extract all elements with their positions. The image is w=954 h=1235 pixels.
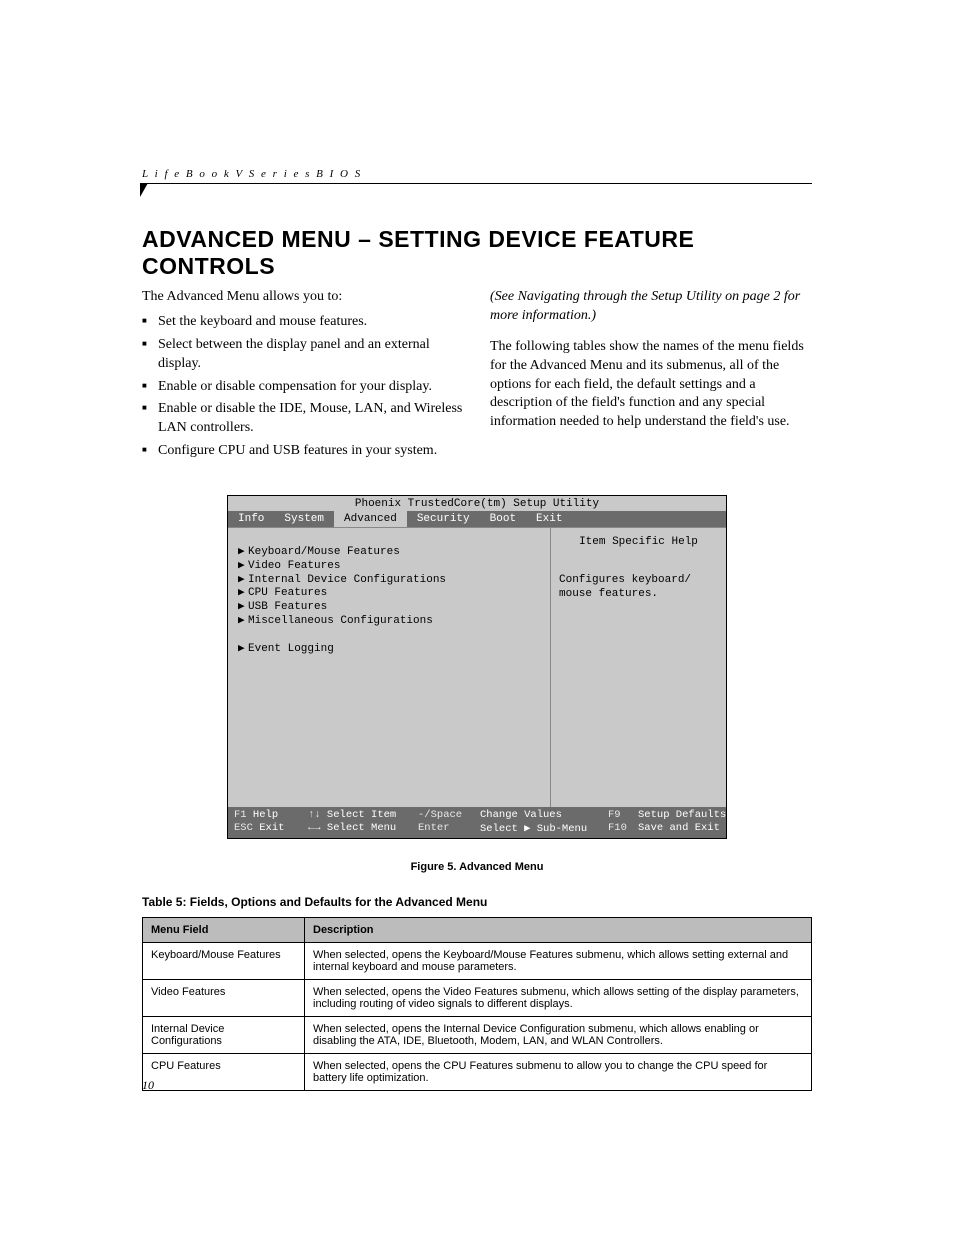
bios-menu-item[interactable]: ▶Keyboard/Mouse Features [238,546,544,560]
page-title: ADVANCED MENU – SETTING DEVICE FEATURE C… [142,226,812,280]
list-item: Enable or disable the IDE, Mouse, LAN, a… [142,400,464,438]
key-label: Setup Defaults [638,809,726,821]
bios-menu-item[interactable]: ▶Miscellaneous Configurations [238,615,544,629]
key-label: Select Menu [327,822,396,834]
bios-menu-label: CPU Features [248,587,327,599]
figure-caption: Figure 5. Advanced Menu [142,861,812,873]
key-f9: F9 [608,809,621,821]
bios-menu-label: Event Logging [248,643,334,655]
bios-menu-item[interactable]: ▶Video Features [238,560,544,574]
bios-tab-advanced[interactable]: Advanced [334,511,407,527]
bios-menu-label: Keyboard/Mouse Features [248,546,400,558]
submenu-arrow-icon: ▶ [238,601,248,615]
bios-menu-item[interactable]: ▶Internal Device Configurations [238,574,544,588]
table-cell-field: Video Features [143,980,305,1017]
table-cell-desc: When selected, opens the Video Features … [305,980,812,1017]
table-caption: Table 5: Fields, Options and Defaults fo… [142,895,812,909]
see-note: (See Navigating through the Setup Utilit… [490,288,812,326]
key-f10: F10 [608,822,627,834]
table-cell-field: Keyboard/Mouse Features [143,943,305,980]
submenu-arrow-icon: ▶ [238,560,248,574]
submenu-arrow-icon: ▶ [238,615,248,629]
table-cell-field: CPU Features [143,1054,305,1091]
bios-menu-item[interactable]: ▶USB Features [238,601,544,615]
bios-footer: F1 Help ↑↓ Select Item -/Space Change Va… [228,807,726,838]
key-label: Change Values [480,809,562,821]
fields-table: Menu Field Description Keyboard/Mouse Fe… [142,917,812,1091]
bios-tab-info[interactable]: Info [228,511,274,527]
description-paragraph: The following tables show the names of t… [490,338,812,432]
bios-help-panel: Item Specific Help Configures keyboard/ … [551,528,726,807]
two-column-body: The Advanced Menu allows you to: Set the… [142,288,812,465]
table-cell-desc: When selected, opens the Keyboard/Mouse … [305,943,812,980]
bios-title: Phoenix TrustedCore(tm) Setup Utility [228,496,726,511]
table-cell-desc: When selected, opens the Internal Device… [305,1017,812,1054]
table-row: Internal Device Configurations When sele… [143,1017,812,1054]
list-item: Set the keyboard and mouse features. [142,313,464,332]
table-header: Description [305,918,812,943]
feature-bullet-list: Set the keyboard and mouse features. Sel… [142,313,464,461]
intro-text: The Advanced Menu allows you to: [142,288,464,307]
submenu-arrow-icon: ▶ [238,574,248,588]
bios-menu-label: Internal Device Configurations [248,574,446,586]
bios-menu-label: Video Features [248,560,340,572]
bios-tab-security[interactable]: Security [407,511,480,527]
key-esc: ESC [234,822,253,834]
list-item: Configure CPU and USB features in your s… [142,442,464,461]
running-header: L i f e B o o k V S e r i e s B I O S [142,168,812,184]
key-arrows-lr-icon: ←→ [308,822,321,834]
bios-menu-list: ▶Keyboard/Mouse Features ▶Video Features… [228,528,551,807]
list-item: Select between the display panel and an … [142,336,464,374]
bios-help-title: Item Specific Help [559,536,718,548]
bios-tab-boot[interactable]: Boot [480,511,526,527]
bios-help-body: Configures keyboard/ mouse features. [559,574,718,602]
table-cell-desc: When selected, opens the CPU Features su… [305,1054,812,1091]
key-label: Select Item [327,809,396,821]
bios-tab-system[interactable]: System [274,511,334,527]
key-label: Save and Exit [638,822,720,834]
submenu-arrow-icon: ▶ [238,587,248,601]
table-header-row: Menu Field Description [143,918,812,943]
key-enter: Enter [418,822,450,834]
table-row: Keyboard/Mouse Features When selected, o… [143,943,812,980]
bios-tab-exit[interactable]: Exit [526,511,572,527]
bios-menu-item[interactable]: ▶Event Logging [238,643,544,657]
table-cell-field: Internal Device Configurations [143,1017,305,1054]
key-label: Select ▶ Sub-Menu [480,823,587,835]
table-header: Menu Field [143,918,305,943]
submenu-arrow-icon: ▶ [238,643,248,657]
corner-mark-icon [140,183,148,197]
submenu-arrow-icon: ▶ [238,546,248,560]
key-arrows-ud-icon: ↑↓ [308,809,321,821]
page-number: 10 [142,1078,154,1093]
bios-menu-label: Miscellaneous Configurations [248,615,433,627]
list-item: Enable or disable compensation for your … [142,378,464,397]
key-label: Help [253,809,278,821]
table-row: Video Features When selected, opens the … [143,980,812,1017]
right-column: (See Navigating through the Setup Utilit… [490,288,812,465]
bios-tab-bar: Info System Advanced Security Boot Exit [228,511,726,527]
key-label: Exit [259,822,284,834]
table-row: CPU Features When selected, opens the CP… [143,1054,812,1091]
key-minus-space: -/Space [418,809,462,821]
bios-screenshot: Phoenix TrustedCore(tm) Setup Utility In… [227,495,727,839]
bios-menu-item[interactable]: ▶CPU Features [238,587,544,601]
key-f1: F1 [234,809,247,821]
bios-menu-label: USB Features [248,601,327,613]
left-column: The Advanced Menu allows you to: Set the… [142,288,464,465]
